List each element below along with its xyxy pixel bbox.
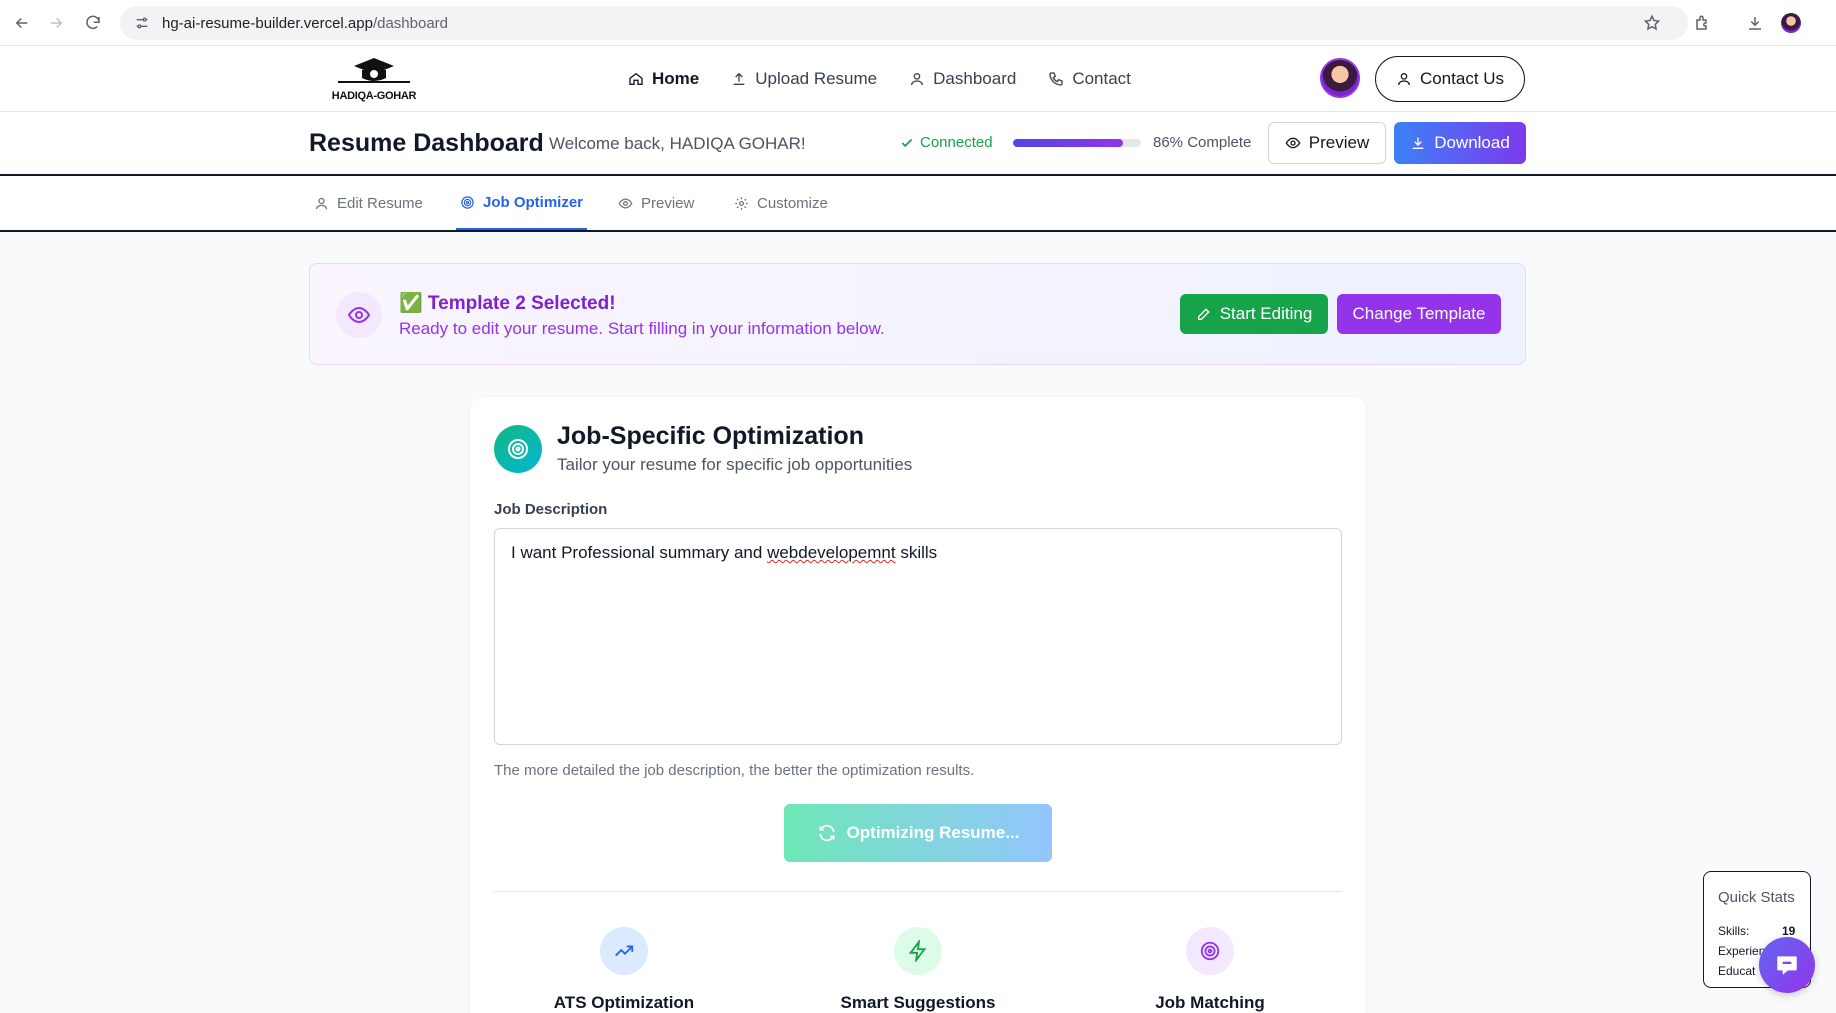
dashboard-header: Resume Dashboard Welcome back, HADIQA GO… (0, 112, 1836, 176)
profile-avatar-icon[interactable] (1779, 11, 1803, 35)
extensions-icon[interactable] (1691, 11, 1715, 35)
completion-progress-fill (1013, 139, 1124, 147)
tab-job-optimizer[interactable]: Job Optimizer (456, 176, 588, 230)
jd-text-misspelled: webdevelopemnt (767, 543, 896, 562)
upload-icon (731, 71, 747, 87)
feature-title: ATS Optimization (553, 993, 695, 1012)
tab-preview[interactable]: Preview (618, 176, 694, 230)
connection-status: Connected (900, 134, 993, 151)
completion-progress-label: 86% Complete (1153, 134, 1252, 151)
divider (494, 891, 1342, 892)
quick-stats-skills-label: Skills: (1718, 924, 1750, 938)
back-icon[interactable] (10, 11, 34, 35)
eye-icon (1285, 135, 1301, 151)
user-icon (314, 196, 329, 211)
feature-title: Smart Suggestions (840, 993, 996, 1012)
quick-stats-education-label: Educat (1718, 964, 1756, 978)
tab-edit-resume-label: Edit Resume (337, 194, 423, 212)
download-button[interactable]: Download (1394, 122, 1526, 164)
tab-customize-label: Customize (757, 194, 828, 212)
template-selected-banner: ✅ Template 2 Selected! Ready to edit you… (309, 263, 1526, 365)
site-header: HADIQA-GOHAR Home Upload Resume Dashboar… (0, 46, 1836, 112)
quick-stats-skills-value: 19 (1782, 924, 1796, 938)
home-icon (628, 71, 644, 87)
user-icon (909, 71, 925, 87)
download-button-label: Download (1434, 133, 1510, 152)
logo-text: HADIQA-GOHAR (331, 90, 417, 102)
chat-icon (1774, 952, 1800, 978)
nav-contact[interactable]: Contact (1048, 69, 1131, 89)
main-nav: Home Upload Resume Dashboard Contact (628, 46, 1131, 112)
feature-title: Job Matching (1155, 993, 1265, 1012)
nav-home[interactable]: Home (628, 69, 699, 89)
quick-stats-title: Quick Stats (1718, 889, 1795, 906)
forward-icon[interactable] (44, 11, 68, 35)
contact-us-button[interactable]: Contact Us (1375, 56, 1525, 102)
chat-button[interactable] (1759, 937, 1815, 993)
tab-preview-label: Preview (641, 194, 695, 212)
nav-dashboard-label: Dashboard (933, 69, 1017, 88)
preview-button[interactable]: Preview (1268, 122, 1386, 164)
phone-icon (1048, 71, 1064, 87)
feature-ats-optimization: ATS Optimization (514, 927, 734, 1013)
quick-stats-experience-label: Experien (1718, 944, 1766, 958)
url-path: /dashboard (372, 14, 448, 32)
eye-icon (618, 196, 633, 211)
connection-status-label: Connected (920, 134, 993, 151)
trending-up-icon (600, 927, 648, 975)
job-optimizer-card: Job-Specific Optimization Tailor your re… (470, 397, 1366, 1013)
avatar[interactable] (1320, 58, 1360, 98)
start-editing-label: Start Editing (1219, 304, 1313, 323)
feature-job-matching: Job Matching (1100, 927, 1320, 1013)
change-template-button[interactable]: Change Template (1337, 294, 1501, 334)
jd-text-start: I want Professional summary and (511, 543, 768, 562)
tab-customize[interactable]: Customize (734, 176, 828, 230)
jd-text-end: skills (895, 543, 938, 562)
banner-title: ✅ Template 2 Selected! (399, 293, 616, 314)
job-description-label: Job Description (494, 501, 608, 518)
page-title: Resume Dashboard (309, 129, 544, 157)
logo[interactable]: HADIQA-GOHAR (328, 56, 420, 102)
banner-subtitle: Ready to edit your resume. Start filling… (399, 319, 885, 338)
nav-contact-label: Contact (1072, 69, 1131, 88)
address-bar[interactable]: hg-ai-resume-builder.vercel.app/dashboar… (120, 6, 1688, 40)
site-info-icon[interactable] (134, 15, 150, 31)
check-icon (900, 136, 914, 150)
optimizer-title: Job-Specific Optimization (557, 422, 864, 450)
welcome-text: Welcome back, HADIQA GOHAR! (549, 134, 806, 153)
lightning-icon (894, 927, 942, 975)
job-description-textarea[interactable]: I want Professional summary and webdevel… (494, 528, 1342, 745)
tab-job-optimizer-label: Job Optimizer (483, 193, 584, 211)
target-icon (494, 425, 542, 473)
optimize-resume-button[interactable]: Optimizing Resume... (784, 804, 1052, 862)
nav-dashboard[interactable]: Dashboard (909, 69, 1016, 89)
user-icon (1396, 71, 1412, 87)
job-description-hint: The more detailed the job description, t… (494, 762, 975, 779)
completion-progress-bar (1013, 139, 1141, 147)
refresh-icon (817, 823, 837, 843)
url-host: hg-ai-resume-builder.vercel.app (162, 14, 373, 32)
downloads-icon[interactable] (1743, 11, 1767, 35)
optimizer-subtitle: Tailor your resume for specific job oppo… (557, 455, 913, 474)
feature-smart-suggestions: Smart Suggestions (808, 927, 1028, 1013)
pencil-icon (1196, 306, 1212, 322)
dashboard-tabs: Edit Resume Job Optimizer Preview Custom… (0, 176, 1836, 232)
preview-button-label: Preview (1308, 133, 1370, 152)
bookmark-star-icon[interactable] (1640, 11, 1664, 35)
eye-icon (336, 292, 382, 338)
nav-upload-label: Upload Resume (755, 69, 878, 88)
browser-toolbar: hg-ai-resume-builder.vercel.app/dashboar… (0, 0, 1836, 46)
download-icon (1410, 135, 1426, 151)
target-icon (1186, 927, 1234, 975)
start-editing-button[interactable]: Start Editing (1180, 294, 1328, 334)
optimize-resume-label: Optimizing Resume... (846, 823, 1020, 842)
nav-upload-resume[interactable]: Upload Resume (731, 69, 877, 89)
contact-us-label: Contact Us (1419, 69, 1505, 88)
tab-edit-resume[interactable]: Edit Resume (314, 176, 423, 230)
reload-icon[interactable] (81, 11, 105, 35)
graduation-cap-icon (338, 58, 410, 83)
target-icon (460, 195, 475, 210)
nav-home-label: Home (652, 69, 700, 88)
gear-icon (734, 196, 749, 211)
